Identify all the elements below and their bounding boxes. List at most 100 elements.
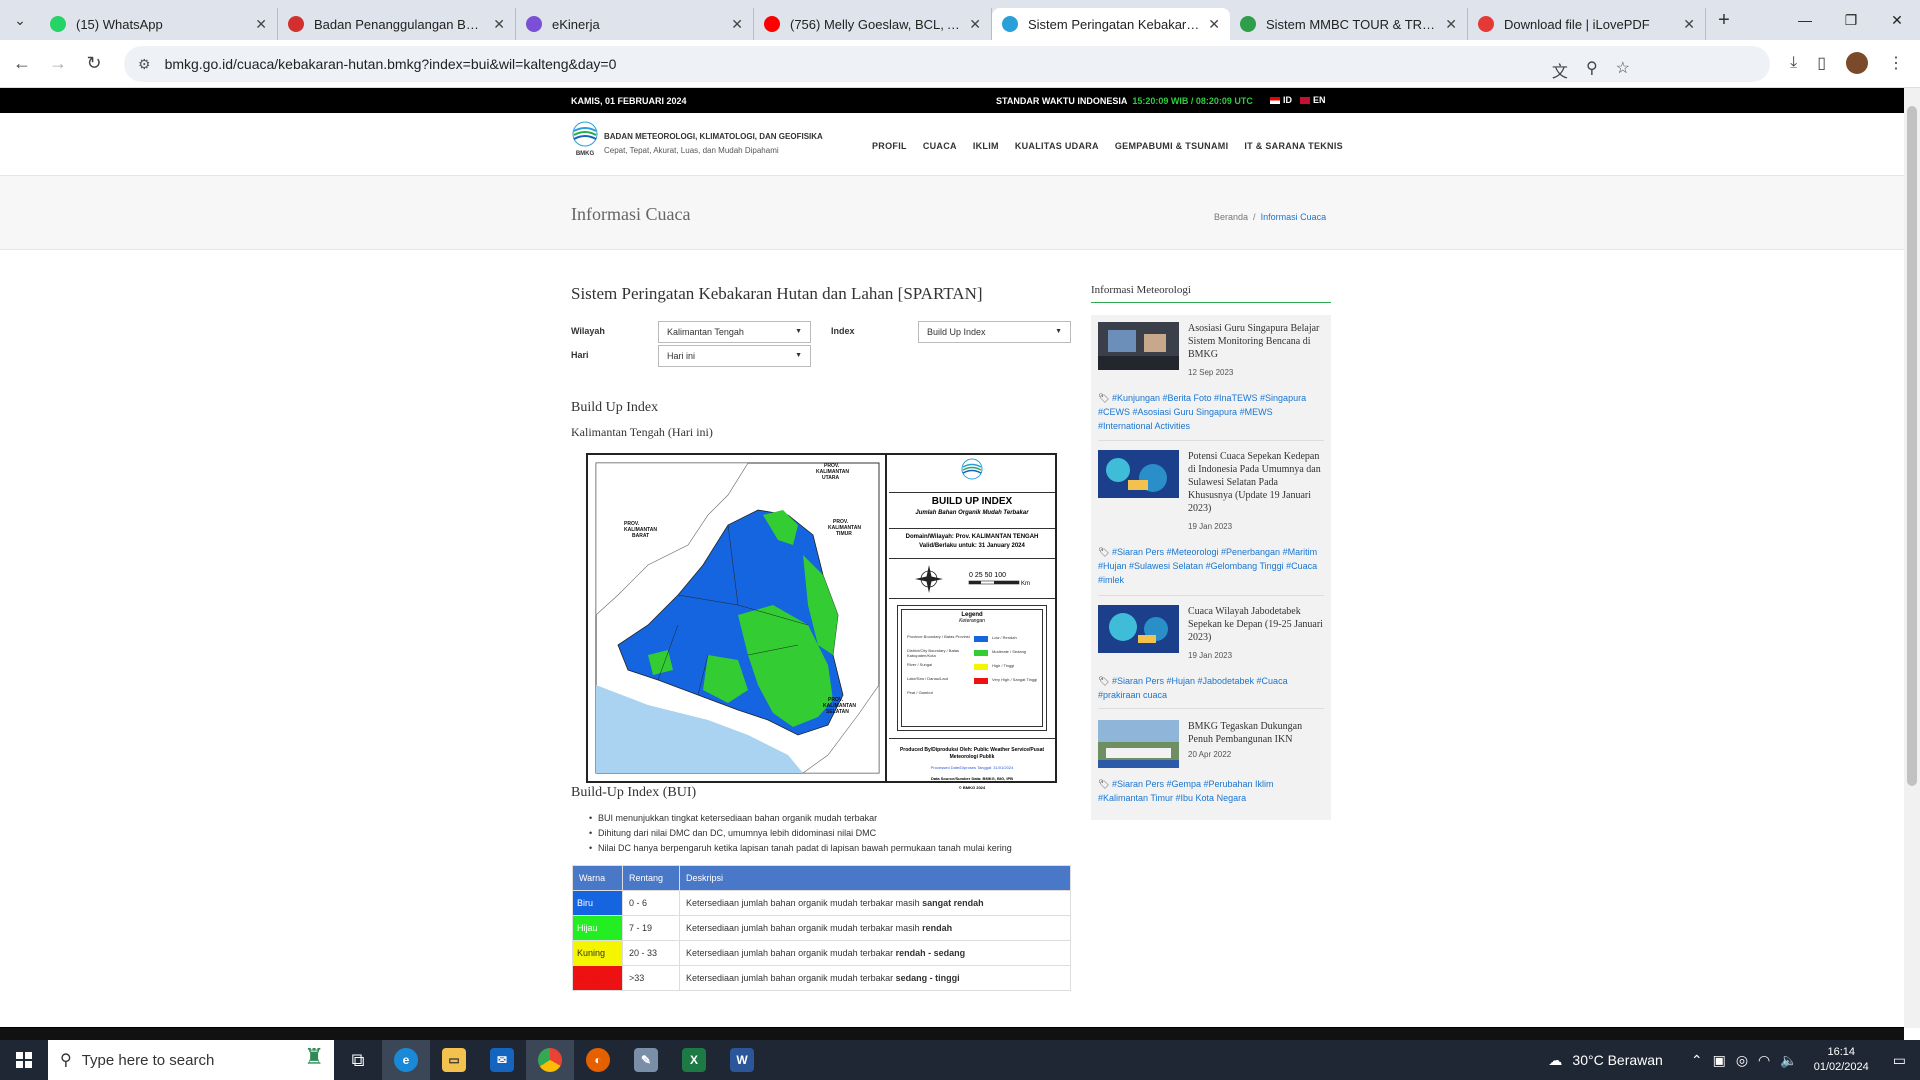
start-button[interactable] (0, 1040, 48, 1080)
color-cell: Kuning (572, 940, 623, 966)
browser-tab[interactable]: Badan Penanggulangan Bencana ✕ (278, 8, 516, 40)
translate-icon[interactable]: 文 (1552, 58, 1568, 82)
task-view-icon[interactable]: ⧉ (334, 1040, 382, 1080)
reload-icon[interactable]: ↻ (76, 53, 112, 74)
browser-tab[interactable]: (756) Melly Goeslaw, BCL, Agnes ✕ (754, 8, 992, 40)
close-window-icon[interactable]: ✕ (1874, 0, 1920, 40)
tab-title: Badan Penanggulangan Bencana (314, 16, 485, 32)
nav-item[interactable]: IKLIM (973, 141, 999, 151)
back-icon[interactable]: ← (4, 53, 40, 74)
network-icon[interactable]: ◎ (1736, 1052, 1748, 1069)
tab-close-icon[interactable]: ✕ (1445, 16, 1457, 33)
menu-kebab-icon[interactable]: ⋮ (1888, 53, 1904, 73)
org-tagline: Cepat, Tepat, Akurat, Luas, dan Mudah Di… (604, 146, 779, 155)
browser-tab[interactable]: Sistem MMBC TOUR & TRAVEL ✕ (1230, 8, 1468, 40)
wifi-icon[interactable]: ◠ (1758, 1052, 1770, 1069)
bui-bullet: Dihitung dari nilai DMC dan DC, umumnya … (589, 828, 876, 838)
file-explorer-app[interactable]: ▭ (430, 1040, 478, 1080)
word-app[interactable]: W (718, 1040, 766, 1080)
side-panel-icon[interactable]: ▯ (1817, 53, 1826, 73)
map-credits-box: Produced By/Diproduksi Oleh: Public Weat… (889, 739, 1055, 790)
chrome-app[interactable] (526, 1040, 574, 1080)
browser-tab-strip: ⌄ (15) WhatsApp ✕ Badan Penanggulangan Ben… (0, 0, 1920, 40)
mail-app[interactable]: ✉ (478, 1040, 526, 1080)
tab-close-icon[interactable]: ✕ (731, 16, 743, 33)
mail-icon: ✉ (490, 1048, 514, 1072)
browser-tab[interactable]: (15) WhatsApp ✕ (40, 8, 278, 40)
lang-en-link[interactable]: EN (1300, 95, 1326, 105)
browser-tab[interactable]: Sistem Peringatan Kebakaran H ✕ (992, 8, 1230, 40)
site-info-icon[interactable]: ⚙ (138, 56, 151, 73)
restore-icon[interactable]: ❐ (1828, 0, 1874, 40)
table-row: Biru 0 - 6 Ketersediaan jumlah bahan organ… (572, 890, 1071, 916)
firefox-app[interactable]: ◐ (574, 1040, 622, 1080)
forward-icon[interactable]: → (40, 53, 76, 74)
paint-app[interactable]: ✎ (622, 1040, 670, 1080)
notifications-icon[interactable]: ▭ (1893, 1052, 1906, 1069)
tray-app-icon[interactable]: ▣ (1713, 1052, 1726, 1069)
bmkg-logo[interactable]: BMKG (571, 121, 599, 157)
download-icon[interactable]: ⤓ (1790, 54, 1797, 72)
clock-time-text: 16:14 (1827, 1046, 1855, 1058)
tab-title: eKinerja (552, 16, 600, 32)
weather-text[interactable]: 30°C Berawan (1572, 1052, 1662, 1068)
page-title-bar: Informasi Cuaca Beranda / Informasi Cuac… (0, 176, 1904, 250)
wilayah-select[interactable]: Kalimantan Tengah ▼ (658, 321, 811, 343)
bui-map-image: PROV. KALIMANTAN BARAT PROV. KALIMANTAN … (586, 453, 1057, 790)
tab-close-icon[interactable]: ✕ (255, 16, 267, 33)
browser-tab[interactable]: eKinerja ✕ (516, 8, 754, 40)
tray-chevron-up-icon[interactable]: ⌃ (1691, 1052, 1703, 1069)
volume-icon[interactable]: 🔈 (1780, 1052, 1797, 1069)
col-rentang: Rentang (622, 865, 680, 891)
new-tab-button[interactable]: + (1706, 9, 1742, 32)
nav-item[interactable]: KUALITAS UDARA (1015, 141, 1099, 151)
map-label-kalsel-3: SELATAN (826, 709, 849, 715)
nav-item[interactable]: PROFIL (872, 141, 907, 151)
lang-id-link[interactable]: ID (1270, 95, 1292, 105)
news-tags-text[interactable]: #Kunjungan #Berita Foto #InaTEWS #Singap… (1098, 393, 1306, 431)
flag-id-icon (1270, 97, 1280, 105)
breadcrumb-current[interactable]: Informasi Cuaca (1261, 212, 1327, 222)
nav-item[interactable]: IT & SARANA TEKNIS (1244, 141, 1343, 151)
bui-bullet: Nilai DC hanya berpengaruh ketika lapisa… (589, 843, 1012, 853)
nav-item[interactable]: GEMPABUMI & TSUNAMI (1115, 141, 1229, 151)
address-bar[interactable]: ⚙ bmkg.go.id/cuaca/kebakaran-hutan.bmkg?… (124, 46, 1770, 82)
news-thumbnail[interactable] (1098, 450, 1179, 498)
tab-close-icon[interactable]: ✕ (1683, 16, 1695, 33)
window-controls: — ❐ ✕ (1782, 0, 1920, 40)
scrollbar-thumb[interactable] (1907, 106, 1917, 786)
news-tags-text[interactable]: #Siaran Pers #Gempa #Perubahan Iklim #Ka… (1098, 779, 1274, 803)
col-warna: Warna (572, 865, 623, 891)
breadcrumb-home[interactable]: Beranda (1214, 212, 1248, 222)
news-title[interactable]: Asosiasi Guru Singapura Belajar Sistem M… (1188, 322, 1324, 361)
excel-app[interactable]: X (670, 1040, 718, 1080)
news-thumbnail[interactable] (1098, 720, 1179, 768)
edge-app[interactable]: e (382, 1040, 430, 1080)
news-title[interactable]: Cuaca Wilayah Jabodetabek Sepekan ke Dep… (1188, 605, 1324, 644)
nav-item[interactable]: CUACA (923, 141, 957, 151)
profile-avatar[interactable] (1846, 52, 1868, 74)
page-scrollbar[interactable] (1904, 88, 1920, 1028)
news-thumbnail[interactable] (1098, 322, 1179, 370)
index-select[interactable]: Build Up Index ▼ (918, 321, 1071, 343)
tag-icon: 🏷 (1098, 779, 1110, 789)
news-tags-text[interactable]: #Siaran Pers #Hujan #Jabodetabek #Cuaca … (1098, 676, 1288, 700)
tab-close-icon[interactable]: ✕ (1208, 16, 1220, 33)
bookmark-star-icon[interactable]: ☆ (1616, 58, 1630, 82)
tab-close-icon[interactable]: ✕ (493, 16, 505, 33)
browser-tab[interactable]: Download file | iLovePDF ✕ (1468, 8, 1706, 40)
news-thumbnail[interactable] (1098, 605, 1179, 653)
news-title[interactable]: Potensi Cuaca Sepekan Kedepan di Indones… (1188, 450, 1324, 515)
map-valid: Valid/Berlaku untuk: 31 January 2024 (919, 543, 1025, 549)
tab-close-icon[interactable]: ✕ (969, 16, 981, 33)
tab-search-chevron-icon[interactable]: ⌄ (0, 0, 40, 40)
zoom-icon[interactable]: ⚲ (1586, 58, 1598, 82)
minimize-icon[interactable]: — (1782, 0, 1828, 40)
map-domain-box: Domain/Wilayah: Prov. KALIMANTAN TENGAH V… (889, 529, 1055, 559)
news-title[interactable]: BMKG Tegaskan Dukungan Penuh Pembangunan… (1188, 720, 1324, 746)
weather-cloud-icon[interactable]: ☁ (1548, 1052, 1562, 1069)
taskbar-search[interactable]: ⚲ Type here to search ♜ (48, 1040, 334, 1080)
hari-select[interactable]: Hari ini ▼ (658, 345, 811, 367)
news-tags-text[interactable]: #Siaran Pers #Meteorologi #Penerbangan #… (1098, 547, 1317, 585)
taskbar-clock[interactable]: 16:14 01/02/2024 (1814, 1045, 1869, 1075)
